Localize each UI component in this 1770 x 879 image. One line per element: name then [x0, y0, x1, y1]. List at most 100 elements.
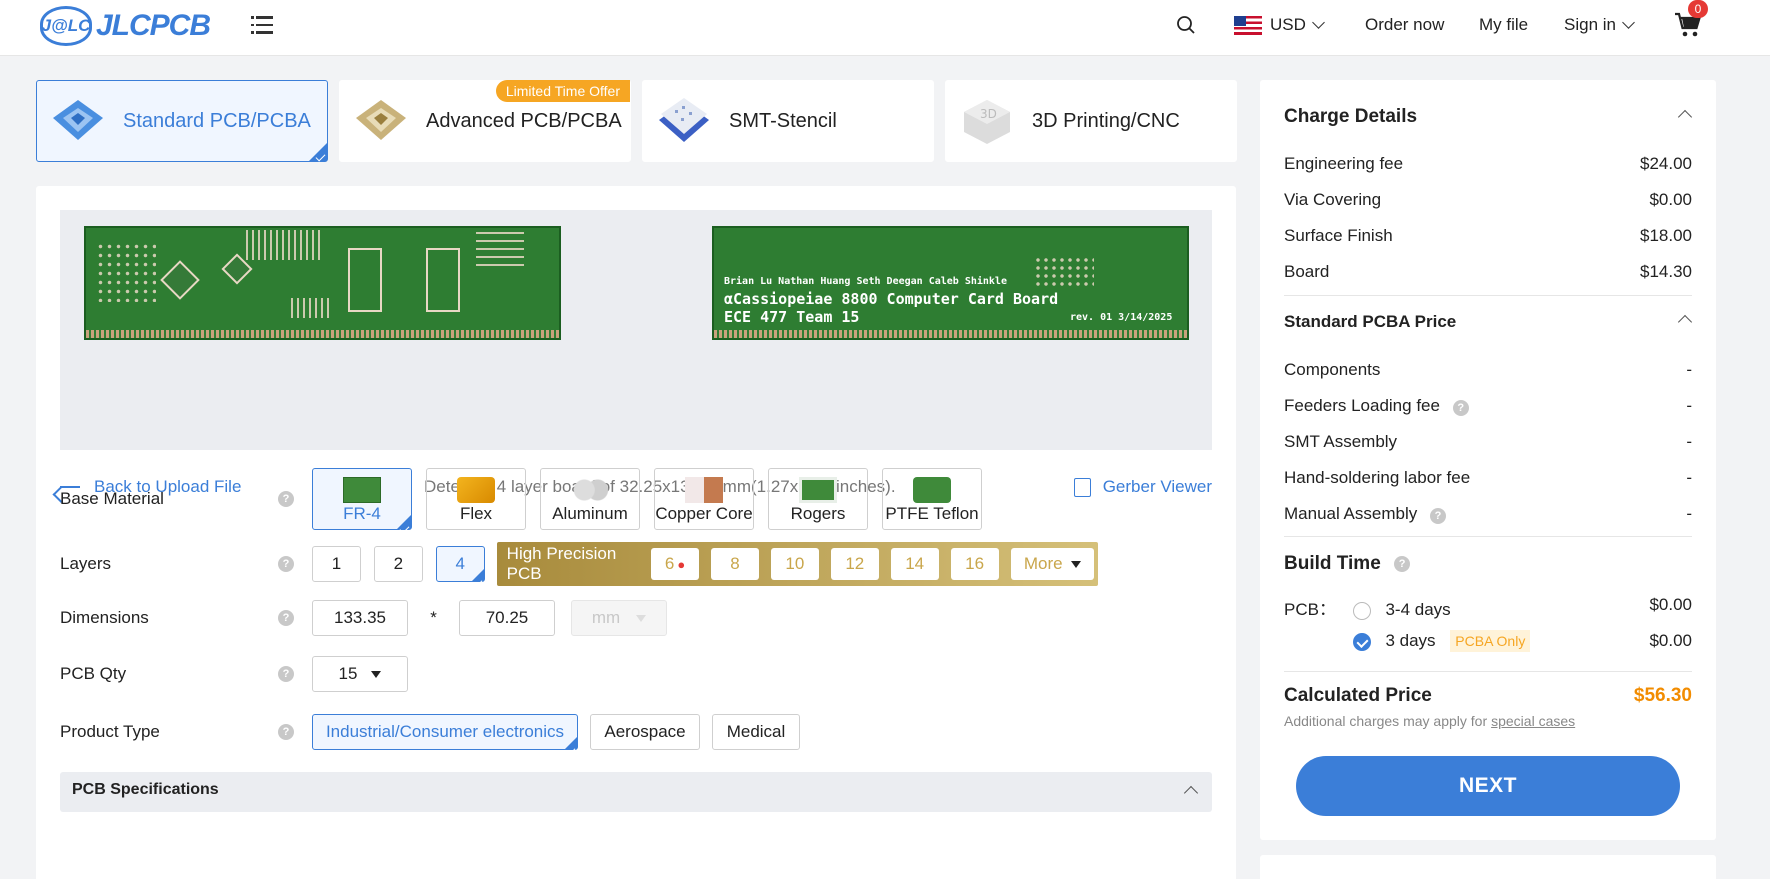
special-cases-link[interactable]: special cases [1491, 713, 1575, 729]
layer-option-12[interactable]: 12 [830, 548, 879, 580]
length-input[interactable]: 133.35 [312, 600, 408, 636]
layer-option-16[interactable]: 16 [950, 548, 999, 580]
layer-option-4[interactable]: 4 [435, 546, 485, 582]
chip [348, 248, 382, 312]
gerber-viewer-link[interactable]: Gerber Viewer [1073, 477, 1212, 497]
jlcpcb-logo[interactable]: J@LC JLCPCB [40, 6, 211, 46]
help-icon[interactable]: ? [278, 491, 294, 507]
tab-advanced-pcb[interactable]: Advanced PCB/PCBA Limited Time Offer [339, 80, 631, 162]
fire-icon: ● [677, 556, 686, 572]
search-icon[interactable] [1176, 0, 1196, 50]
tab-standard-pcb[interactable]: Standard PCB/PCBA [36, 80, 328, 162]
currency-select[interactable]: USD [1234, 0, 1325, 50]
material-fr4[interactable]: FR-4 [312, 468, 412, 530]
material-flex[interactable]: Flex [426, 468, 526, 530]
material-copper-core[interactable]: Copper Core [654, 468, 754, 530]
calculated-value: $56.30 [1633, 685, 1692, 706]
pcb-qty-value: 15 [338, 664, 358, 683]
next-button[interactable]: NEXT [1296, 756, 1680, 816]
product-type-industrial[interactable]: Industrial/Consumer electronics [312, 714, 578, 750]
product-type-value: Industrial/Consumer electronics [325, 722, 565, 741]
more-layers-select[interactable]: More [1010, 548, 1094, 580]
charge-label: Board [1284, 262, 1330, 281]
material-aluminum[interactable]: Aluminum [540, 468, 640, 530]
trace-group [246, 230, 322, 260]
board-rev: rev. 01 3/14/2025 [1070, 312, 1173, 323]
layer-option-14[interactable]: 14 [890, 548, 939, 580]
material-label: Aluminum [552, 504, 628, 523]
layer-option-8[interactable]: 8 [711, 548, 759, 580]
charge-value: $14.30 [1640, 262, 1692, 281]
pcba-row: Feeders Loading fee ? - [1284, 396, 1692, 416]
layers-label: Layers [60, 554, 112, 573]
unit-select[interactable]: mm [571, 600, 667, 636]
document-search-icon [1073, 477, 1091, 497]
calculated-label: Calculated Price [1284, 685, 1432, 706]
charge-row: Board $14.30 [1284, 262, 1692, 282]
board-team: ECE 477 Team 15 [724, 308, 860, 326]
pcba-value: - [1686, 468, 1692, 487]
radio-3-days[interactable] [1352, 632, 1371, 651]
layer-option-10[interactable]: 10 [770, 548, 819, 580]
layers-options: 1 2 4 High Precision PCB 6 ● 8 10 12 14 … [312, 542, 1098, 586]
divider [1284, 295, 1692, 296]
material-rogers[interactable]: Rogers [768, 468, 868, 530]
layer-option-6[interactable]: 6 ● [651, 548, 700, 580]
layer-option-1[interactable]: 1 [312, 546, 361, 582]
charge-label: Via Covering [1284, 190, 1382, 209]
help-icon[interactable]: ? [278, 724, 294, 740]
help-icon[interactable]: ? [278, 610, 294, 626]
product-type-medical[interactable]: Medical [712, 714, 800, 750]
tab-3d-printing[interactable]: 3D 3D Printing/CNC [945, 80, 1237, 162]
radio-3-4-days[interactable] [1352, 601, 1371, 620]
pcba-value: - [1686, 396, 1692, 415]
help-icon[interactable]: ? [1394, 556, 1411, 572]
pcba-value: - [1686, 504, 1692, 523]
sign-in-menu[interactable]: Sign in [1564, 0, 1635, 50]
chevron-up-icon[interactable] [1677, 314, 1693, 330]
tab-label: 3D Printing/CNC [1032, 109, 1180, 132]
build-option: 3 days PCBA Only [1284, 630, 1531, 652]
board-names: Brian Lu Nathan Huang Seth Deegan Caleb … [724, 276, 1007, 287]
selected-check-icon [309, 143, 327, 161]
build-option-row: PCB： 3-4 days $0.00 [1284, 595, 1692, 620]
divider [1284, 671, 1692, 672]
charge-label: Surface Finish [1284, 226, 1393, 245]
arrow-left-icon [60, 486, 80, 488]
us-flag-icon [1234, 15, 1262, 35]
product-type-label: Product Type [60, 722, 160, 741]
tab-smt-stencil[interactable]: SMT-Stencil [642, 80, 934, 162]
help-icon[interactable]: ? [278, 556, 294, 572]
board-title: αCassiopeiae 8800 Computer Card Board [724, 290, 1059, 308]
high-precision-group: High Precision PCB 6 ● 8 10 12 14 16 Mor… [496, 542, 1098, 586]
pcb-specifications-header[interactable]: PCB Specifications [60, 772, 1212, 812]
product-type-aerospace[interactable]: Aerospace [590, 714, 700, 750]
layer-value: 4 [455, 554, 465, 573]
help-icon[interactable]: ? [1452, 400, 1469, 416]
times-sign: * [430, 608, 437, 627]
top-header: J@LC JLCPCB USD Order now My file Sign i… [0, 0, 1770, 56]
layer-option-2[interactable]: 2 [373, 546, 423, 582]
unit-label: mm [591, 608, 621, 627]
menu-icon[interactable] [251, 16, 273, 34]
build-option-row: 3 days PCBA Only $0.00 [1284, 630, 1692, 652]
sign-in-label: Sign in [1564, 15, 1616, 34]
flex-icon [457, 477, 495, 503]
advanced-pcb-icon [352, 96, 410, 146]
width-input[interactable]: 70.25 [459, 600, 555, 636]
caret-down-icon [371, 670, 382, 678]
charge-row: Via Covering $0.00 [1284, 190, 1692, 210]
pcba-label: SMT Assembly [1284, 432, 1398, 451]
specs-title: PCB Specifications [72, 781, 219, 798]
caret-down-icon [636, 614, 647, 622]
my-file-link[interactable]: My file [1479, 0, 1528, 50]
help-icon[interactable]: ? [1429, 508, 1446, 524]
edge-connector [86, 330, 559, 338]
pcb-qty-select[interactable]: 15 [312, 656, 408, 692]
build-time-title: Build Time ? [1284, 553, 1411, 575]
order-now-link[interactable]: Order now [1365, 0, 1444, 50]
chevron-up-icon[interactable] [1677, 109, 1693, 125]
material-ptfe-teflon[interactable]: PTFE Teflon [882, 468, 982, 530]
help-icon[interactable]: ? [278, 666, 294, 682]
material-label: Copper Core [655, 504, 753, 523]
